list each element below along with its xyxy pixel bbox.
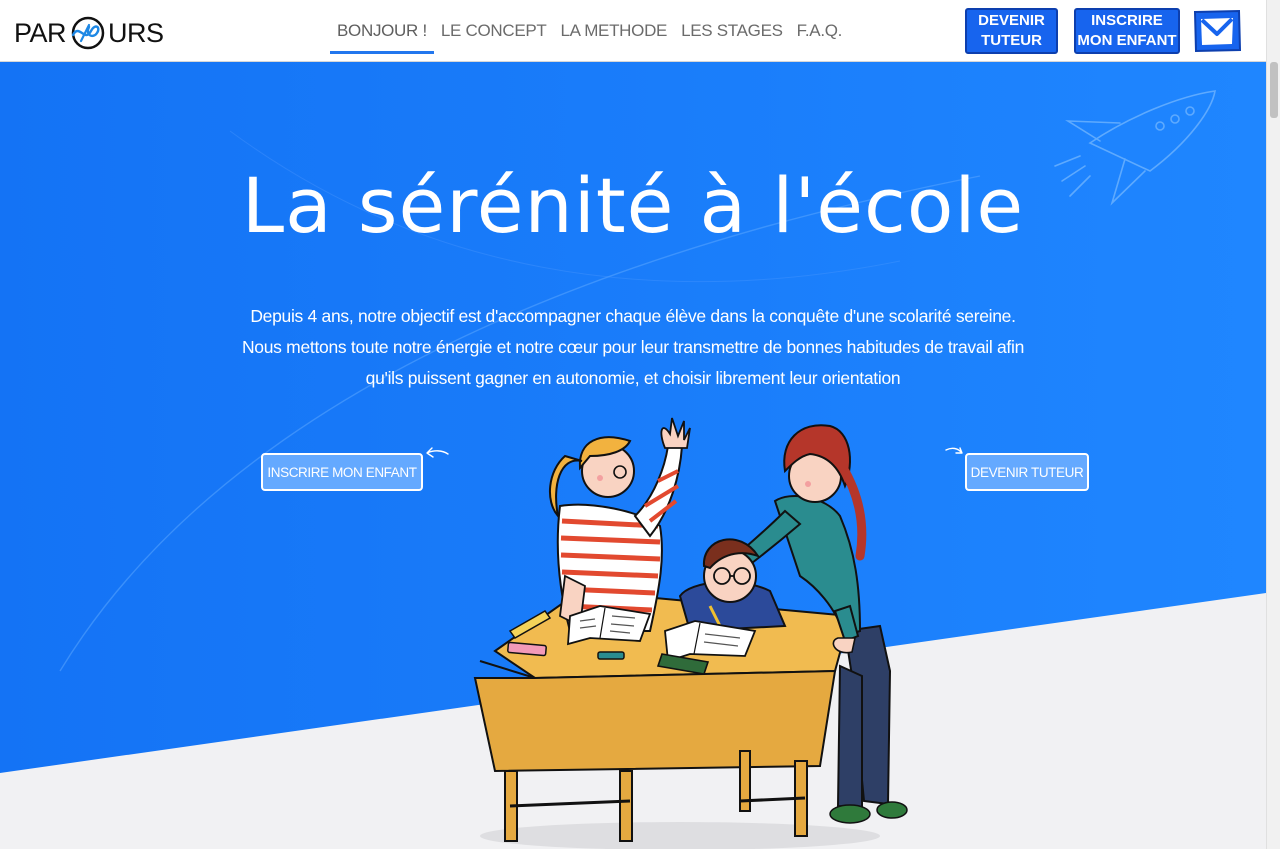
inscrire-mon-enfant-cta[interactable]: INSCRIRE MON ENFANT bbox=[261, 453, 423, 491]
vertical-scrollbar[interactable] bbox=[1266, 0, 1280, 849]
devenir-tuteur-button[interactable]: DEVENIR TUTEUR bbox=[965, 8, 1058, 54]
hero-title: La sérénité à l'école bbox=[241, 161, 1025, 250]
site-header: PAR URS BONJOUR ! LE CONCEPT LA METHODE … bbox=[0, 0, 1266, 62]
classroom-illustration bbox=[473, 417, 908, 849]
nav-item-faq[interactable]: F.A.Q. bbox=[790, 0, 849, 61]
logo-text-right: URS bbox=[108, 17, 164, 48]
logo[interactable]: PAR URS bbox=[14, 12, 164, 54]
mail-icon[interactable] bbox=[1192, 8, 1242, 54]
nav-item-methode[interactable]: LA METHODE bbox=[554, 0, 675, 61]
arrow-right-icon bbox=[945, 447, 963, 454]
inscrire-enfant-button[interactable]: INSCRIRE MON ENFANT bbox=[1074, 8, 1180, 54]
scrollbar-thumb[interactable] bbox=[1270, 62, 1278, 118]
devenir-tuteur-cta[interactable]: DEVENIR TUTEUR bbox=[965, 453, 1089, 491]
hero-description: Depuis 4 ans, notre objectif est d'accom… bbox=[241, 306, 1025, 388]
nav-item-stages[interactable]: LES STAGES bbox=[674, 0, 790, 61]
logo-mark-icon bbox=[71, 16, 105, 50]
page: PAR URS BONJOUR ! LE CONCEPT LA METHODE … bbox=[0, 0, 1280, 849]
hero-section: La sérénité à l'école Depuis 4 ans, notr… bbox=[0, 61, 1266, 849]
nav-item-bonjour[interactable]: BONJOUR ! bbox=[330, 0, 434, 61]
nav-item-concept[interactable]: LE CONCEPT bbox=[434, 0, 554, 61]
main-nav: BONJOUR ! LE CONCEPT LA METHODE LES STAG… bbox=[330, 0, 849, 61]
logo-text-left: PAR bbox=[14, 17, 67, 48]
